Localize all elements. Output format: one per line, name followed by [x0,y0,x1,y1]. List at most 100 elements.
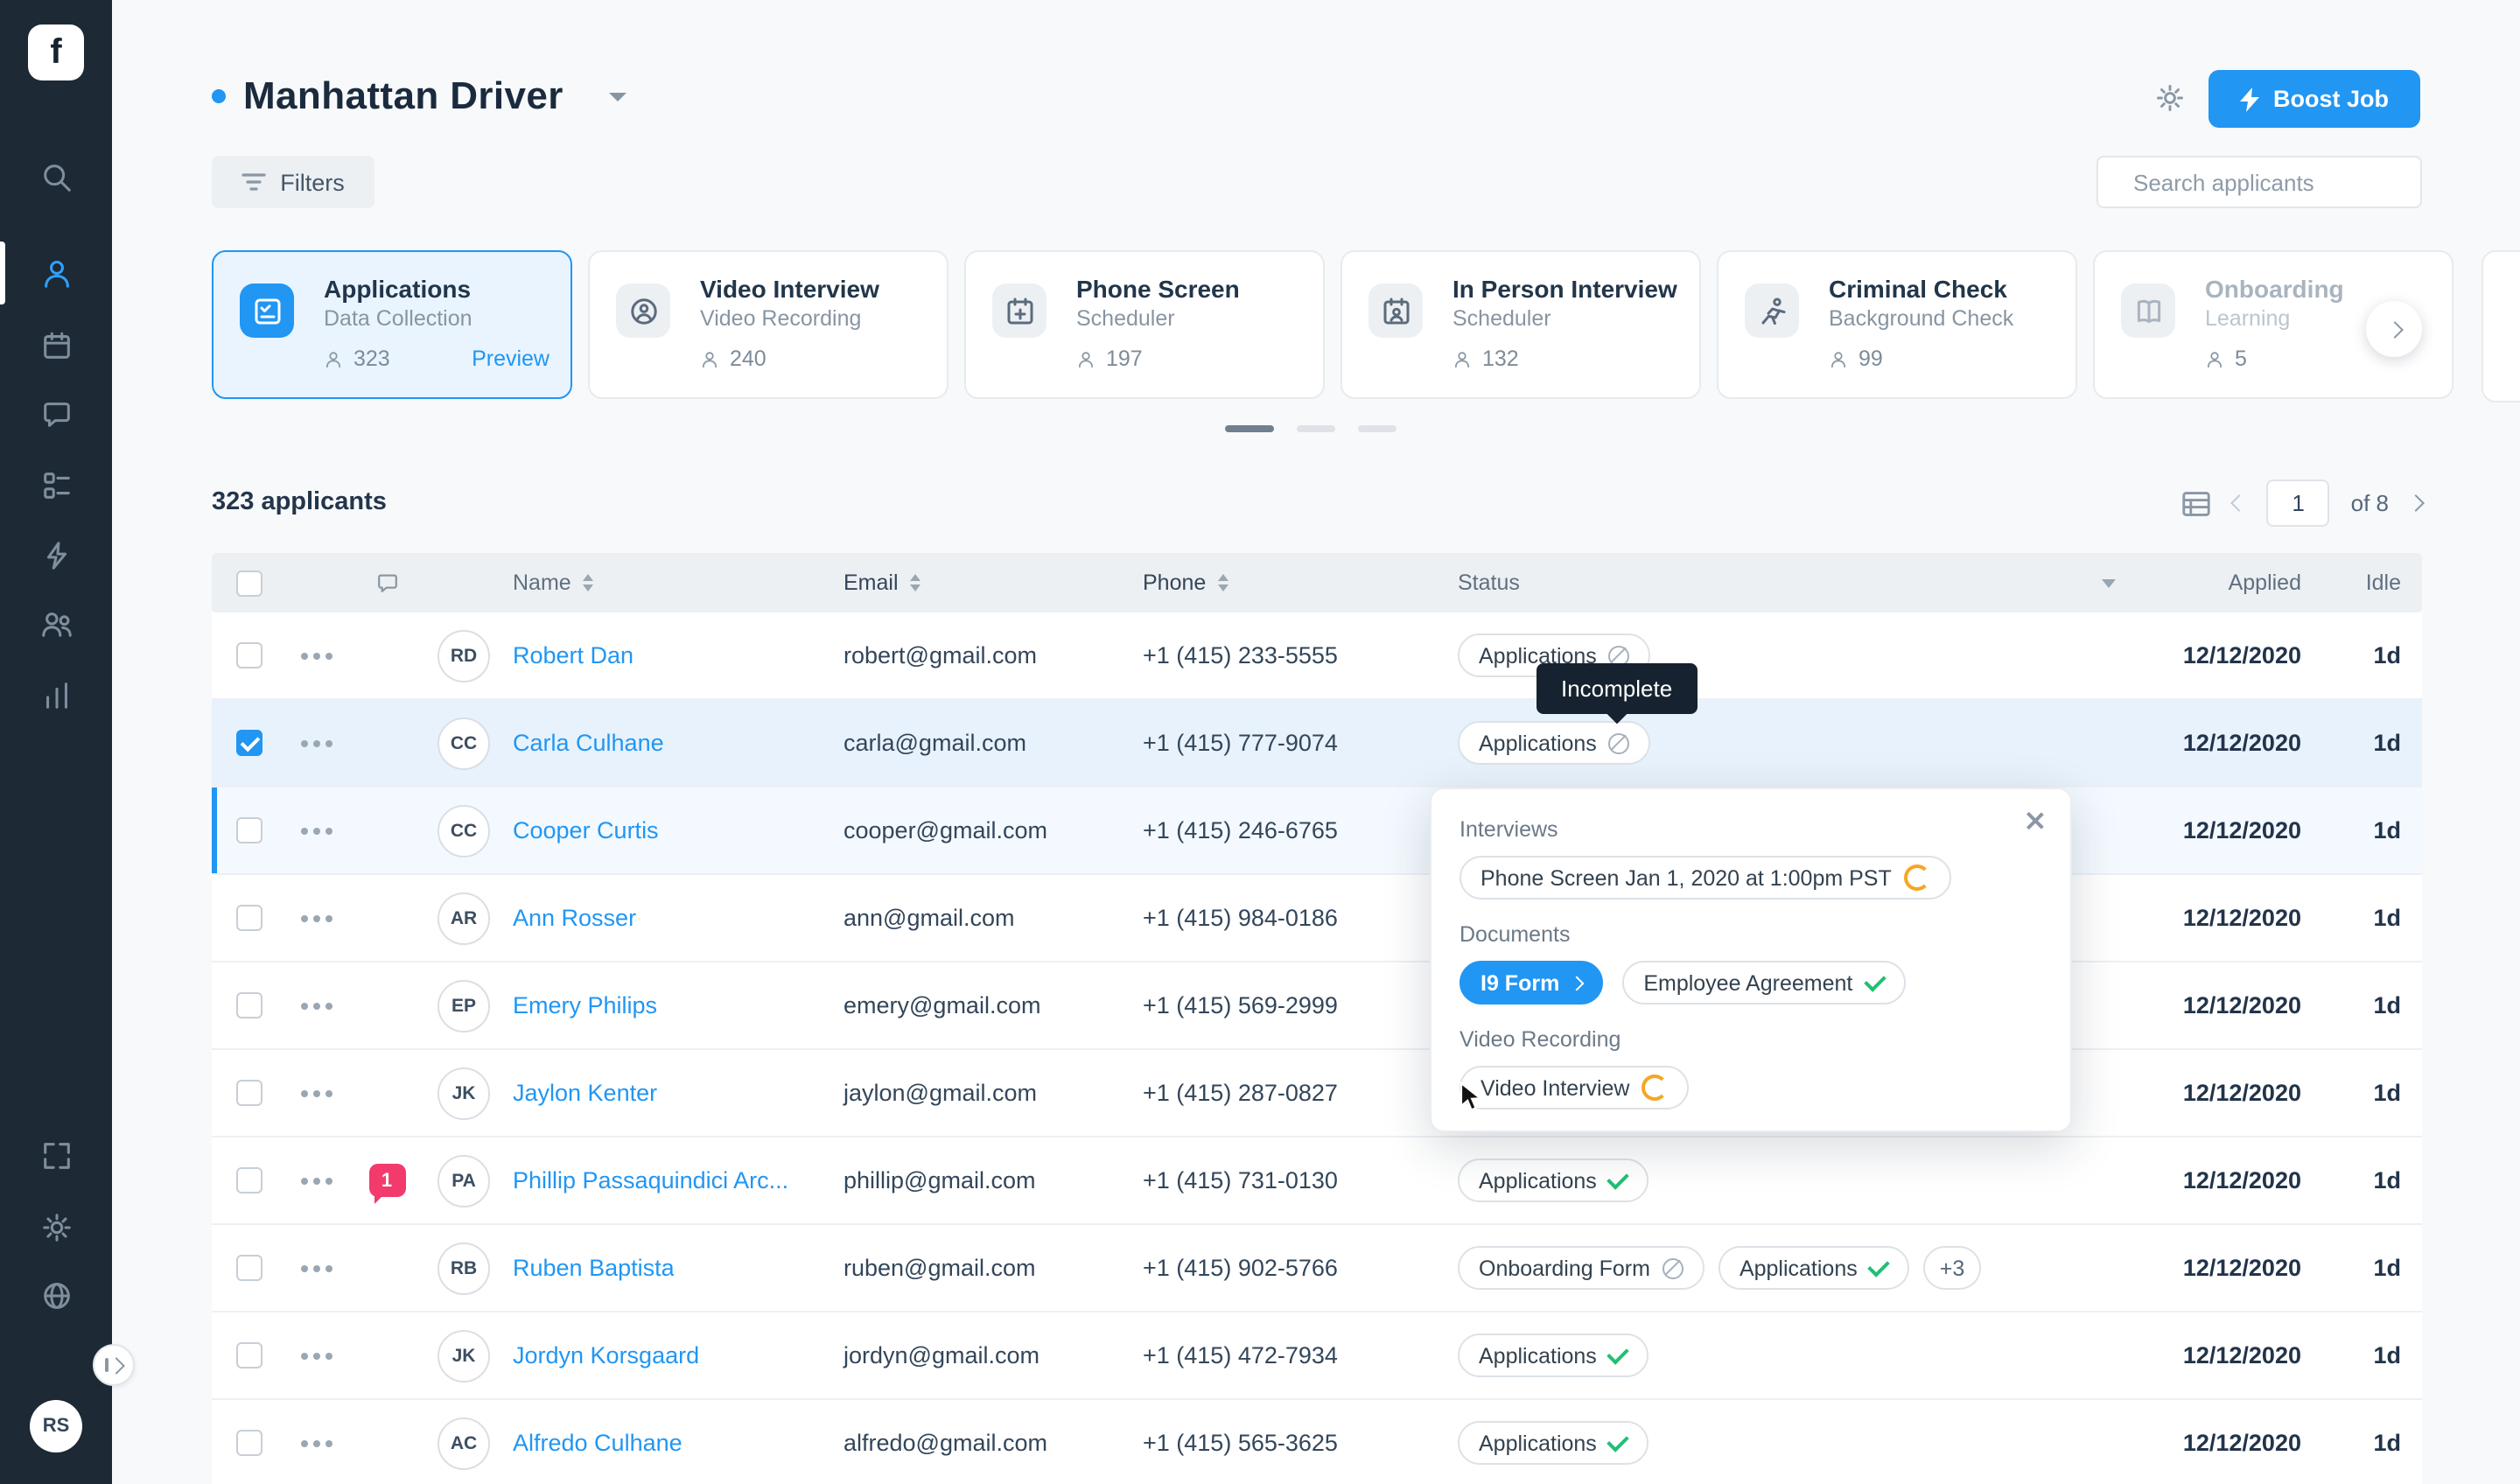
table-row[interactable]: CC Cooper Curtis cooper@gmail.com +1 (41… [212,788,2422,875]
filters-button[interactable]: Filters [212,156,374,208]
row-menu-icon[interactable] [301,1177,308,1184]
row-menu-icon[interactable] [301,1439,308,1446]
row-menu-icon[interactable] [301,827,308,834]
expand-icon[interactable] [0,1129,112,1181]
select-all-checkbox[interactable] [236,570,262,596]
applicant-email: phillip@gmail.com [822,1138,1122,1223]
app-logo[interactable]: f [28,24,84,80]
applicant-name-link[interactable]: Alfredo Culhane [513,1430,682,1456]
page-number-input[interactable] [2267,480,2330,527]
row-checkbox[interactable] [236,1255,262,1281]
row-checkbox[interactable] [236,642,262,668]
video-interview-pill[interactable]: Video Interview [1460,1066,1690,1110]
row-checkbox[interactable] [236,817,262,844]
page-next-button[interactable] [2407,494,2425,512]
sidebar-item-automation[interactable] [0,528,112,581]
stage-card-video-interview[interactable]: Video Interview Video Recording 240 [588,250,948,399]
page-prev-button[interactable] [2231,494,2249,512]
status-filter-caret-icon[interactable] [2102,578,2116,587]
applicant-name-link[interactable]: Emery Philips [513,992,657,1018]
status-pill[interactable]: Applications [1718,1246,1910,1290]
row-checkbox[interactable] [236,730,262,756]
stage-card-phone-screen[interactable]: Phone Screen Scheduler 197 [964,250,1325,399]
sidebar-item-analytics[interactable] [0,668,112,721]
more-statuses-pill[interactable]: +3 [1924,1246,1981,1290]
row-checkbox[interactable] [236,1342,262,1368]
status-pill[interactable]: Onboarding Form [1458,1246,1704,1290]
column-header-email[interactable]: Email [822,553,1122,612]
row-checkbox[interactable] [236,1167,262,1194]
applicant-name-link[interactable]: Cooper Curtis [513,817,659,844]
person-icon [324,349,343,368]
user-avatar[interactable]: RS [30,1400,82,1452]
carousel-dot-2[interactable] [1297,425,1335,432]
sidebar-item-applicants[interactable] [0,247,112,299]
close-icon[interactable] [2025,810,2046,831]
table-row[interactable]: AR Ann Rosser ann@gmail.com +1 (415) 984… [212,875,2422,962]
employee-agreement-pill[interactable]: Employee Agreement [1622,961,1905,1004]
stage-card-partial[interactable] [2482,250,2520,402]
row-menu-icon[interactable] [301,1002,308,1009]
applicant-name-link[interactable]: Carla Culhane [513,730,664,756]
status-pill[interactable]: Applications [1458,1334,1649,1377]
row-checkbox[interactable] [236,1430,262,1456]
stage-preview-link[interactable]: Preview [472,346,550,371]
job-settings-gear-icon[interactable] [2154,82,2186,122]
search-icon[interactable] [0,150,112,203]
job-switcher-caret-icon[interactable] [609,92,626,101]
row-menu-icon[interactable] [301,914,308,921]
sidebar-item-calendar[interactable] [0,318,112,371]
search-input[interactable] [2130,167,2445,197]
applicant-name-link[interactable]: Jordyn Korsgaard [513,1342,699,1368]
sidebar-item-stages[interactable] [0,458,112,511]
stage-title: In Person Interview [1452,275,1677,303]
row-menu-icon[interactable] [301,739,308,746]
globe-icon[interactable] [0,1269,112,1321]
settings-gear-icon[interactable] [0,1200,112,1253]
row-checkbox[interactable] [236,992,262,1018]
row-checkbox[interactable] [236,905,262,931]
status-pill[interactable]: Applications [1458,721,1651,765]
applicant-name-link[interactable]: Phillip Passaquindici Arc... [513,1167,788,1194]
table-row[interactable]: RB Ruben Baptista ruben@gmail.com +1 (41… [212,1225,2422,1312]
table-row[interactable]: JK Jordyn Korsgaard jordyn@gmail.com +1 … [212,1312,2422,1400]
applicant-name-link[interactable]: Ruben Baptista [513,1255,675,1281]
row-menu-icon[interactable] [301,1264,308,1271]
applicant-name-link[interactable]: Robert Dan [513,642,634,668]
stage-card-in-person-interview[interactable]: In Person Interview Scheduler 132 [1340,250,1701,399]
table-row[interactable]: 1 PA Phillip Passaquindici Arc... philli… [212,1138,2422,1225]
column-header-idle[interactable]: Idle [2317,553,2422,612]
header-label: Applied [2229,570,2301,595]
interview-pill[interactable]: Phone Screen Jan 1, 2020 at 1:00pm PST [1460,856,1951,900]
table-view-icon[interactable] [2181,489,2213,517]
carousel-dot-3[interactable] [1358,425,1396,432]
applicant-name-link[interactable]: Jaylon Kenter [513,1080,657,1106]
table-row[interactable]: JK Jaylon Kenter jaylon@gmail.com +1 (41… [212,1050,2422,1138]
stage-card-criminal-check[interactable]: Criminal Check Background Check 99 [1717,250,2077,399]
table-row[interactable]: AC Alfredo Culhane alfredo@gmail.com +1 … [212,1400,2422,1484]
column-header-status[interactable]: Status [1437,553,2133,612]
column-header-name[interactable]: Name [506,553,822,612]
table-row[interactable]: CC Carla Culhane carla@gmail.com +1 (415… [212,700,2422,788]
status-pill[interactable]: Applications [1458,1421,1649,1465]
table-row[interactable]: EP Emery Philips emery@gmail.com +1 (415… [212,962,2422,1050]
collapse-sidebar-button[interactable] [93,1344,135,1386]
row-menu-icon[interactable] [301,1089,308,1096]
boost-job-button[interactable]: Boost Job [2208,70,2420,128]
row-menu-icon[interactable] [301,1352,308,1359]
table-row[interactable]: RD Robert Dan robert@gmail.com +1 (415) … [212,612,2422,700]
status-pill[interactable]: Applications [1458,1158,1649,1202]
unread-messages-badge[interactable]: 1 [368,1164,405,1197]
column-header-phone[interactable]: Phone [1122,553,1437,612]
sidebar-item-team[interactable] [0,597,112,649]
incomplete-tooltip: Incomplete [1536,663,1697,714]
applicant-name-link[interactable]: Ann Rosser [513,905,636,931]
row-menu-icon[interactable] [301,652,308,659]
column-header-applied[interactable]: Applied [2133,553,2317,612]
i9-form-pill[interactable]: I9 Form [1460,961,1603,1004]
carousel-dot-1[interactable] [1225,425,1274,432]
sidebar-item-messages[interactable] [0,387,112,439]
stage-card-applications[interactable]: Applications Data Collection 323 Preview [212,250,572,399]
carousel-next-button[interactable] [2366,301,2422,357]
row-checkbox[interactable] [236,1080,262,1106]
